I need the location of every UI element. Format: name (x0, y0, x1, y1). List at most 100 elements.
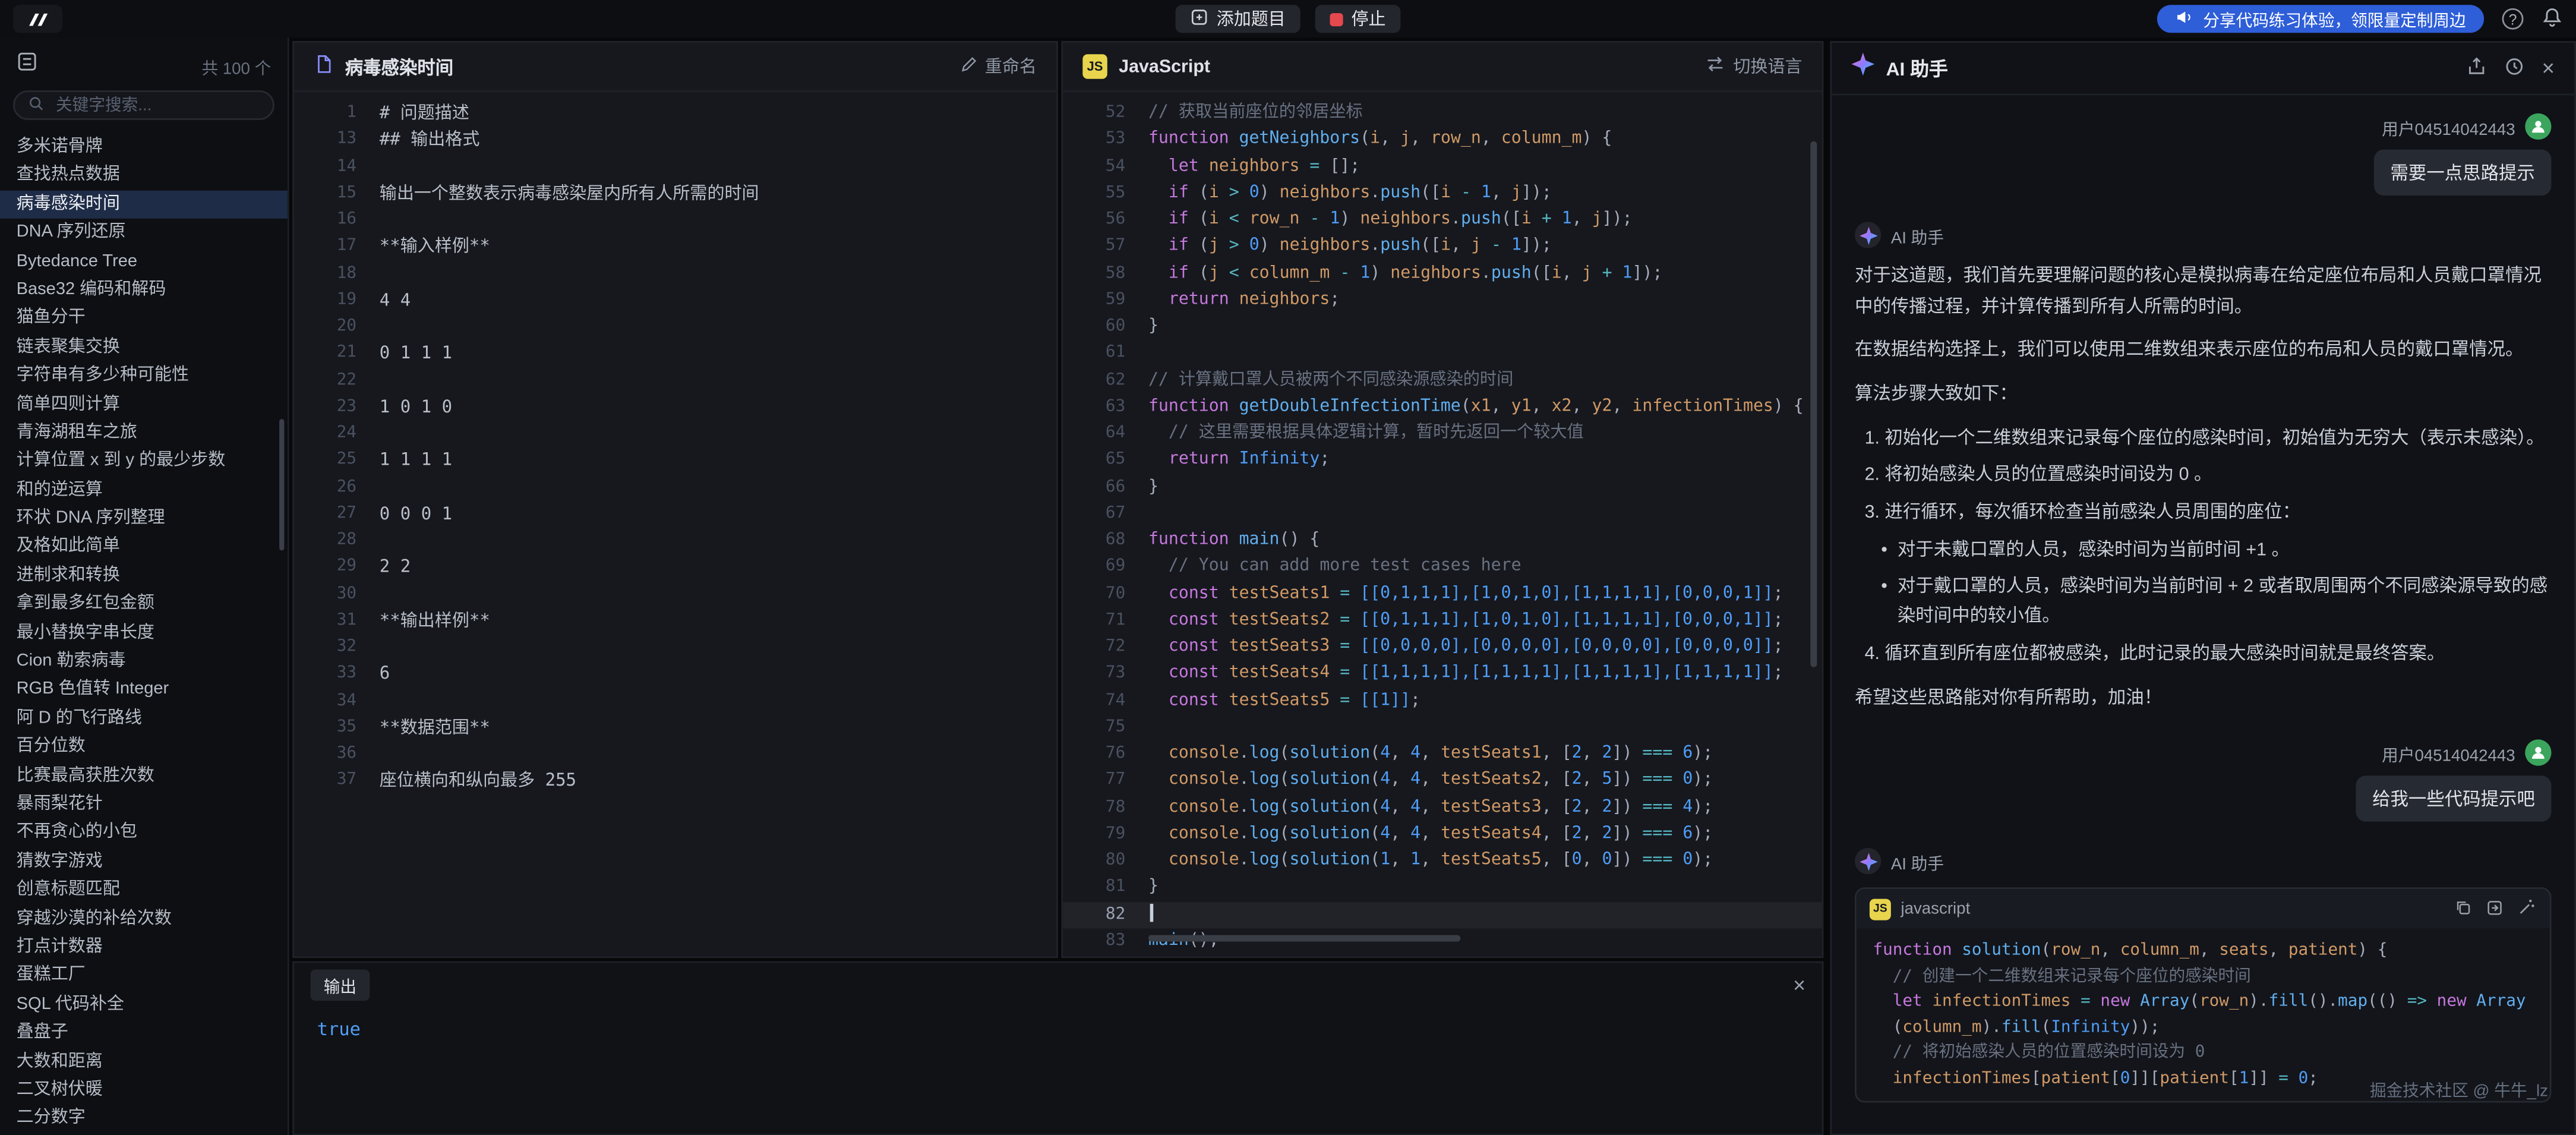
history-button[interactable] (2504, 55, 2526, 81)
insert-code-icon (2486, 897, 2504, 921)
sidebar-item[interactable]: 和的逆运算 (0, 476, 288, 505)
editor-line: 77 console.log(solution(4, 4, testSeats2… (1063, 768, 1822, 794)
copy-button[interactable] (2454, 897, 2472, 921)
line-number: 14 (294, 154, 356, 181)
close-ai-button[interactable]: × (2542, 56, 2555, 80)
editor-line: 194 4 (294, 287, 1056, 314)
sidebar-item[interactable]: 青海湖租车之旅 (0, 419, 288, 447)
switch-language-icon (1705, 54, 1725, 78)
line-number: 27 (294, 501, 356, 528)
code-block-header: JSjavascript (1857, 890, 2550, 929)
sidebar-item[interactable]: Base32 编码和解码 (0, 276, 288, 304)
sidebar-item[interactable]: DNA 序列还原 (0, 219, 288, 247)
line-number: 36 (294, 741, 356, 768)
line-number: 79 (1063, 821, 1125, 848)
problem-editor[interactable]: 1# 问题描述13## 输出格式1415输出一个整数表示病毒感染屋内所有人所需的… (294, 94, 1056, 957)
line-number: 77 (1063, 768, 1125, 794)
sidebar-item[interactable]: 百分位数 (0, 733, 288, 762)
add-problem-label: 添加题目 (1217, 7, 1286, 31)
editor-line: 56 if (i < row_n - 1) neighbors.push([i … (1063, 207, 1822, 234)
ai-message-paragraph: 算法步骤大致如下： (1855, 380, 2551, 411)
sidebar-item[interactable]: 叠盘子 (0, 1019, 288, 1048)
close-icon: × (2542, 56, 2555, 80)
editor-line: 292 2 (294, 554, 1056, 581)
switch-language-button[interactable]: 切换语言 (1705, 54, 1802, 78)
share-button[interactable] (2466, 55, 2487, 81)
output-tab[interactable]: 输出 (311, 969, 370, 1000)
sidebar-item[interactable]: 二分数字 (0, 1105, 288, 1133)
code-line: // 创建一个二维数组来记录每个座位的感染时间 (1873, 964, 2533, 990)
javascript-icon: JS (1082, 54, 1107, 78)
pencil-icon (959, 55, 977, 78)
output-value: true (317, 1019, 361, 1040)
sidebar-item[interactable]: Cion 勒索病毒 (0, 648, 288, 676)
sidebar-item[interactable]: 病毒感染时间 (0, 190, 288, 219)
problem-panel: 病毒感染时间 重命名 1# 问题描述13## 输出格式1415输出一个整数表示病… (292, 41, 1058, 958)
sidebar-item[interactable]: 查找热点数据 (0, 162, 288, 190)
app-logo[interactable] (13, 5, 62, 33)
sidebar-item[interactable]: 大数和距离 (0, 1048, 288, 1076)
list-item: 1. 初始化一个二维数组来记录每个座位的感染时间，初始值为无穷大（表示未感染）。 (1865, 424, 2552, 455)
sidebar-item[interactable]: 暴雨梨花针 (0, 790, 288, 819)
notifications-button[interactable] (2542, 6, 2563, 32)
sidebar-item[interactable]: 穿越沙漠的补给次数 (0, 904, 288, 933)
sidebar-item[interactable]: 拿到最多红包金额 (0, 590, 288, 619)
switch-language-label: 切换语言 (1733, 54, 1802, 78)
sidebar-item[interactable]: 二叉树伏暖 (0, 1076, 288, 1105)
promo-banner-button[interactable]: 分享代码练习体验，领限量定制周边 (2157, 5, 2484, 33)
line-number: 23 (294, 394, 356, 421)
vertical-scrollbar[interactable] (1810, 141, 1817, 667)
editor-line: 78 console.log(solution(4, 4, testSeats3… (1063, 794, 1822, 821)
rename-button[interactable]: 重命名 (959, 54, 1037, 78)
stop-icon (1330, 12, 1343, 26)
sidebar-item[interactable]: 比赛最高获胜次数 (0, 762, 288, 790)
line-number: 69 (1063, 554, 1125, 581)
code-editor[interactable]: 52// 获取当前座位的邻居坐标53function getNeighbors(… (1063, 94, 1822, 957)
sidebar-item[interactable]: 简单四则计算 (0, 390, 288, 419)
stop-button[interactable]: 停止 (1315, 5, 1401, 33)
sidebar-item[interactable]: 猫鱼分干 (0, 305, 288, 333)
close-output-button[interactable]: × (1793, 973, 1805, 995)
sidebar-item[interactable]: 蛋糕工厂 (0, 962, 288, 991)
sidebar-item[interactable]: 不再贪心的小包 (0, 819, 288, 847)
sidebar-item[interactable]: 字符串有多少种可能性 (0, 362, 288, 390)
insert-code-button[interactable] (2486, 897, 2504, 921)
sidebar-item[interactable]: 猜数字游戏 (0, 847, 288, 876)
ai-sparkle-icon (1851, 52, 1874, 84)
sidebar-item[interactable]: 链表聚集交换 (0, 333, 288, 362)
sidebar-item[interactable]: 创意标题匹配 (0, 876, 288, 904)
sidebar-item[interactable]: 打点计数器 (0, 934, 288, 962)
horizontal-scrollbar[interactable] (1148, 935, 1460, 941)
sidebar-item[interactable]: RGB 色值转 Integer (0, 676, 288, 705)
chat-message: AI 助手JSjavascriptfunction solution(row_n… (1855, 849, 2551, 1104)
sidebar-scrollbar[interactable] (279, 419, 284, 550)
sidebar-item[interactable]: 阿 D 的飞行路线 (0, 705, 288, 733)
stop-label: 停止 (1351, 7, 1385, 31)
line-number: 28 (294, 528, 356, 554)
search-box[interactable] (13, 90, 274, 120)
line-number: 71 (1063, 607, 1125, 634)
sidebar-item[interactable]: 最小替换字串长度 (0, 619, 288, 648)
line-number: 75 (1063, 714, 1125, 741)
chat-message: 用户04514042443需要一点思路提示 (1855, 114, 2551, 196)
sidebar-item[interactable]: 环状 DNA 序列整理 (0, 505, 288, 533)
help-button[interactable]: ? (2502, 8, 2524, 30)
sidebar-item[interactable]: SQL 代码补全 (0, 991, 288, 1019)
sidebar-item[interactable]: 计算位置 x 到 y 的最少步数 (0, 447, 288, 476)
editor-line: 57 if (j > 0) neighbors.push([i, j - 1])… (1063, 234, 1822, 260)
add-problem-button[interactable]: 添加题目 (1176, 5, 1300, 33)
sidebar-item[interactable]: Bytedance Tree (0, 247, 288, 276)
sidebar-item[interactable]: 进制求和转换 (0, 562, 288, 590)
sidebar-item[interactable]: 多米诺骨牌 (0, 133, 288, 162)
search-input[interactable] (52, 94, 259, 116)
wand-button[interactable] (2517, 897, 2536, 921)
editor-line: 61 (1063, 340, 1822, 367)
list-item: 2. 将初始感染人员的位置感染时间设为 0 。 (1865, 461, 2552, 491)
editor-line: 72 const testSeats3 = [[0,0,0,0],[0,0,0,… (1063, 634, 1822, 661)
rename-label: 重命名 (985, 54, 1037, 78)
editor-line: 35**数据范围** (294, 714, 1056, 741)
sidebar-item[interactable]: 及格如此简单 (0, 533, 288, 562)
ai-code-block: JSjavascriptfunction solution(row_n, col… (1855, 888, 2551, 1103)
editor-line: 13## 输出格式 (294, 127, 1056, 154)
editor-line: 231 0 1 0 (294, 394, 1056, 421)
